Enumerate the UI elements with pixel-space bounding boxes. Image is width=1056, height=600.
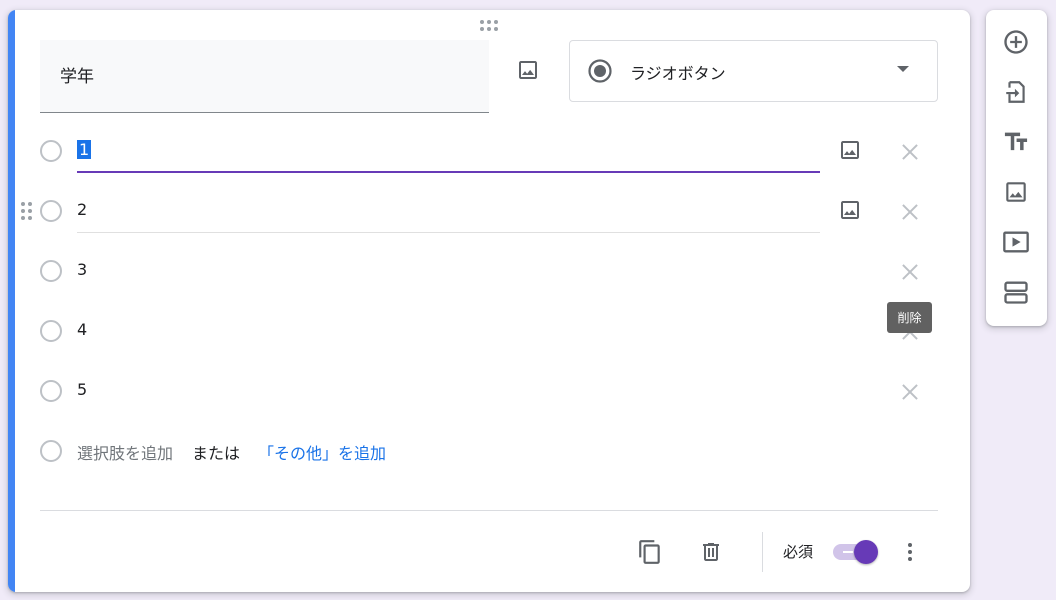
option-row-1: 1 xyxy=(8,122,970,182)
delete-option-close-icon[interactable] xyxy=(898,380,922,404)
image-icon xyxy=(519,61,537,79)
footer-separator xyxy=(762,532,763,572)
add-image-button[interactable] xyxy=(996,172,1036,212)
side-toolbar xyxy=(986,10,1047,326)
option-radio xyxy=(40,440,62,462)
delete-option-close-icon[interactable] xyxy=(898,200,922,224)
add-section-icon xyxy=(1004,281,1028,304)
add-option-input[interactable]: 選択肢を追加 xyxy=(77,440,173,464)
required-label: 必須 xyxy=(783,543,814,561)
option-underline xyxy=(77,232,820,233)
option-radio xyxy=(40,200,62,222)
add-option-row: 選択肢を追加 または 「その他」を追加 xyxy=(8,422,970,482)
option-row-2: 2 xyxy=(8,182,970,242)
add-option-image-button[interactable] xyxy=(830,130,870,170)
drag-handle-vertical-icon[interactable] xyxy=(21,202,33,220)
question-type-select[interactable]: ラジオボタン xyxy=(569,40,938,102)
option-input-4[interactable]: 4 xyxy=(77,320,87,339)
add-title-image-button[interactable] xyxy=(508,50,548,90)
drag-handle-horizontal-icon[interactable] xyxy=(480,19,500,33)
add-image-icon xyxy=(1006,182,1026,202)
import-question-icon xyxy=(1006,81,1025,103)
add-option-image-button[interactable] xyxy=(830,190,870,230)
add-video-button[interactable] xyxy=(996,222,1036,262)
question-card: 学年 ラジオボタン 1 2 3 4 5 選択肢を追加 または 「その他」を追加 … xyxy=(8,10,970,592)
duplicate-button[interactable] xyxy=(630,532,670,572)
option-input-3[interactable]: 3 xyxy=(77,260,87,279)
option-row-4: 4 xyxy=(8,302,970,362)
option-radio xyxy=(40,320,62,342)
option-input-2[interactable]: 2 xyxy=(77,200,87,219)
option-radio xyxy=(40,140,62,162)
trash-icon xyxy=(703,543,719,561)
option-radio xyxy=(40,260,62,282)
option-radio xyxy=(40,380,62,402)
title-text-icon xyxy=(1004,132,1028,151)
option-row-5: 5 xyxy=(8,362,970,422)
image-icon xyxy=(841,141,859,159)
delete-option-close-icon[interactable] xyxy=(898,260,922,284)
add-other-button[interactable]: 「その他」を追加 xyxy=(258,440,386,464)
toggle-thumb xyxy=(854,540,878,564)
option-underline-active xyxy=(77,171,820,173)
or-text: または xyxy=(192,444,241,463)
add-circle-icon xyxy=(1004,30,1028,54)
copy-icon xyxy=(639,540,660,564)
more-vert-icon xyxy=(908,543,912,561)
add-video-icon xyxy=(1003,231,1029,253)
delete-tooltip: 削除 xyxy=(887,302,932,333)
question-title-input[interactable]: 学年 xyxy=(40,40,489,113)
option-text-1: 1 xyxy=(77,140,92,159)
import-questions-button[interactable] xyxy=(996,72,1036,112)
footer-divider xyxy=(40,510,938,511)
more-options-button[interactable] xyxy=(890,532,930,572)
delete-option-close-icon[interactable] xyxy=(898,140,922,164)
question-title-text: 学年 xyxy=(60,67,94,87)
image-icon xyxy=(841,201,859,219)
option-input-5[interactable]: 5 xyxy=(77,380,87,399)
add-section-button[interactable] xyxy=(996,272,1036,312)
option-input-1[interactable]: 1 xyxy=(77,140,92,159)
add-title-button[interactable] xyxy=(996,122,1036,162)
radio-checked-icon xyxy=(588,59,612,83)
delete-question-button[interactable] xyxy=(691,532,731,572)
required-toggle[interactable] xyxy=(833,540,881,566)
add-question-button[interactable] xyxy=(996,22,1036,62)
question-type-label: ラジオボタン xyxy=(630,64,726,83)
option-row-3: 3 xyxy=(8,242,970,302)
dropdown-caret-icon xyxy=(897,66,909,72)
